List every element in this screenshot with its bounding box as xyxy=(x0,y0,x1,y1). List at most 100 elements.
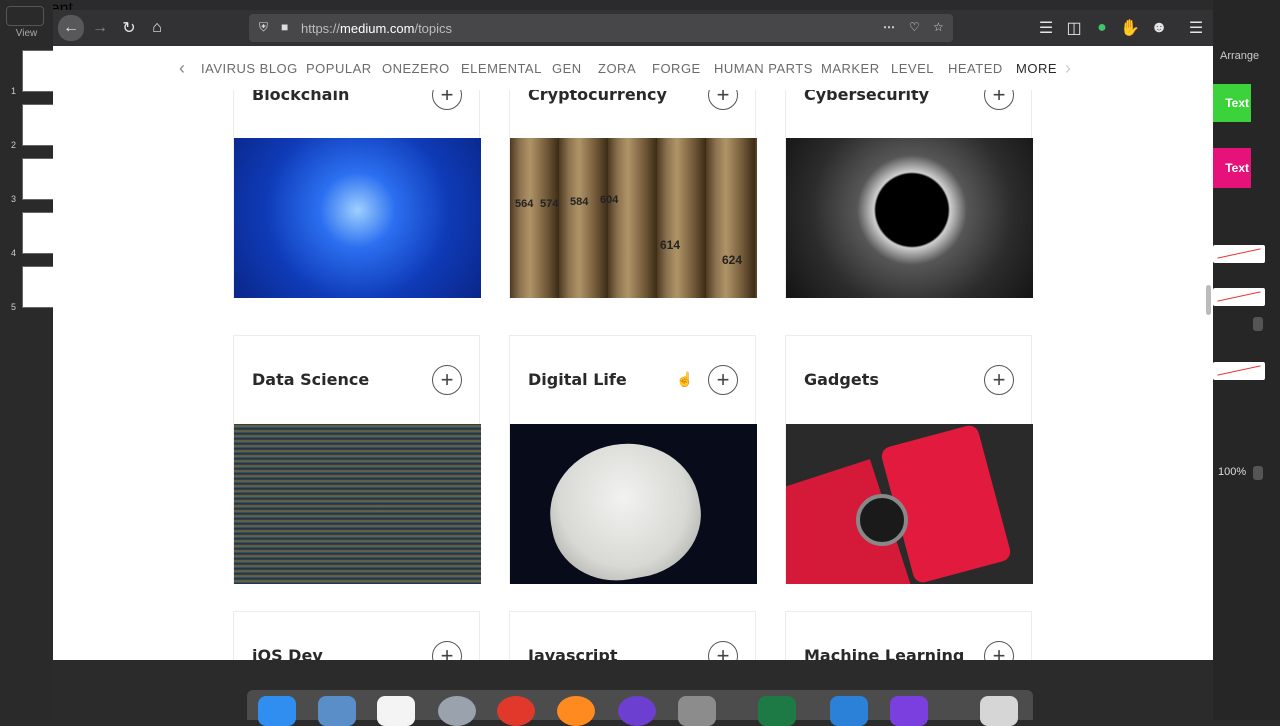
star-icon[interactable]: ☆ xyxy=(933,20,944,34)
slide-number: 4 xyxy=(11,248,17,258)
topic-title[interactable]: iOS Dev xyxy=(252,646,323,660)
mask-shape xyxy=(539,432,711,584)
topic-title[interactable]: Gadgets xyxy=(804,370,879,389)
text-style-green[interactable]: Text xyxy=(1213,84,1251,122)
follow-button[interactable]: + xyxy=(432,365,462,395)
chevron-left-icon[interactable]: ‹ xyxy=(179,58,185,79)
topic-title[interactable]: Cybersecurity xyxy=(804,90,929,104)
topic-image[interactable] xyxy=(786,138,1033,298)
follow-button[interactable]: + xyxy=(708,90,738,110)
more-icon[interactable]: ⋯ xyxy=(883,20,895,34)
slide-thumbnail[interactable] xyxy=(22,104,55,146)
topic-card[interactable]: Gadgets + xyxy=(785,335,1033,584)
topic-image[interactable] xyxy=(510,424,757,584)
stepper-control[interactable] xyxy=(1253,317,1263,331)
topic-card[interactable]: Digital Life + xyxy=(509,335,757,584)
topics-grid: Blockchain + Cryptocurrency + 564 574 58… xyxy=(53,90,1213,660)
nav-item[interactable]: IAVIRUS BLOG xyxy=(201,61,298,76)
follow-button[interactable]: + xyxy=(984,90,1014,110)
trash-icon[interactable] xyxy=(980,696,1018,726)
nav-item[interactable]: HUMAN PARTS xyxy=(714,61,813,76)
topic-card[interactable]: Data Science + xyxy=(233,335,481,584)
nav-item-more[interactable]: MORE xyxy=(1016,61,1057,76)
topic-image[interactable] xyxy=(234,424,481,584)
pocket-icon[interactable]: ♡ xyxy=(909,20,920,34)
shield-icon[interactable]: ⛨ xyxy=(259,20,268,35)
imovie-icon[interactable] xyxy=(890,696,928,726)
forward-icon[interactable]: → xyxy=(88,16,112,40)
topic-title[interactable]: Cryptocurrency xyxy=(528,90,667,104)
calendar-icon[interactable] xyxy=(377,696,415,726)
slide-thumbnail[interactable] xyxy=(22,212,55,254)
nav-item[interactable]: POPULAR xyxy=(306,61,372,76)
arrange-tab[interactable]: Arrange xyxy=(1220,50,1259,62)
view-button[interactable] xyxy=(6,6,44,26)
topic-title[interactable]: Blockchain xyxy=(252,90,349,104)
topic-card[interactable]: iOS Dev + xyxy=(233,611,480,660)
follow-button[interactable]: + xyxy=(432,90,462,110)
system-preferences-icon[interactable] xyxy=(678,696,716,726)
url-text[interactable]: https://medium.com/topics xyxy=(301,21,452,36)
sidebar-icon[interactable]: ◫ xyxy=(1062,16,1086,40)
finder-icon[interactable] xyxy=(258,696,296,726)
nav-item[interactable]: FORGE xyxy=(652,61,701,76)
topic-title[interactable]: Digital Life xyxy=(528,370,627,389)
follow-button[interactable]: + xyxy=(708,641,738,660)
topic-card[interactable]: Javascript + xyxy=(509,611,756,660)
firefox-icon[interactable] xyxy=(557,696,595,726)
color-well[interactable] xyxy=(1213,245,1265,263)
nav-item[interactable]: HEATED xyxy=(948,61,1003,76)
scrollbar-thumb[interactable] xyxy=(1206,285,1211,315)
topic-title[interactable]: Javascript xyxy=(528,646,617,660)
url-bar[interactable]: ⛨ ■ https://medium.com/topics ⋯ ♡ ☆ xyxy=(249,14,953,42)
slide-thumbnail[interactable] xyxy=(22,50,55,92)
chrome-icon[interactable] xyxy=(497,696,535,726)
reload-icon[interactable]: ↻ xyxy=(117,16,141,40)
nav-item[interactable]: ZORA xyxy=(598,61,636,76)
box-number: 604 xyxy=(600,194,619,206)
menu-icon[interactable]: ☰ xyxy=(1184,16,1208,40)
box-number: 624 xyxy=(722,253,743,267)
excel-icon[interactable] xyxy=(758,696,796,726)
color-well[interactable] xyxy=(1213,362,1265,380)
grammarly-icon[interactable]: ● xyxy=(1090,16,1114,40)
topic-title[interactable]: Machine Learning xyxy=(804,646,964,660)
follow-button[interactable]: + xyxy=(984,641,1014,660)
text-style-pink[interactable]: Text xyxy=(1213,148,1251,188)
url-prefix: https:// xyxy=(301,21,341,36)
chevron-right-icon[interactable]: › xyxy=(1065,58,1071,79)
extension-icon[interactable]: ✋ xyxy=(1118,16,1142,40)
nav-item[interactable]: MARKER xyxy=(821,61,880,76)
color-well[interactable] xyxy=(1213,288,1265,306)
back-icon[interactable]: ← xyxy=(58,15,84,41)
topic-card[interactable]: Blockchain + xyxy=(233,90,481,298)
mail-icon[interactable] xyxy=(318,696,356,726)
follow-button[interactable]: + xyxy=(708,365,738,395)
box-number: 614 xyxy=(660,238,681,252)
zoom-stepper[interactable] xyxy=(1253,466,1263,480)
nav-item[interactable]: ONEZERO xyxy=(382,61,450,76)
account-icon[interactable]: ☻ xyxy=(1147,16,1171,40)
topic-card[interactable]: Cybersecurity + xyxy=(785,90,1033,298)
topic-image[interactable] xyxy=(786,424,1033,584)
url-domain: medium.com xyxy=(340,21,415,36)
follow-button[interactable]: + xyxy=(984,365,1014,395)
topic-image[interactable] xyxy=(234,138,481,298)
launchpad-icon[interactable] xyxy=(438,696,476,726)
nav-item[interactable]: LEVEL xyxy=(891,61,934,76)
topic-image[interactable]: 564 574 584 604 614 624 xyxy=(510,138,757,298)
library-icon[interactable]: ☰ xyxy=(1034,16,1058,40)
slide-thumbnail[interactable] xyxy=(22,158,55,200)
siri-icon[interactable] xyxy=(618,696,656,726)
lock-icon: ■ xyxy=(281,20,289,34)
nav-item[interactable]: GEN xyxy=(552,61,582,76)
topic-title[interactable]: Data Science xyxy=(252,370,369,389)
follow-button[interactable]: + xyxy=(432,641,462,660)
topic-card[interactable]: Machine Learning + xyxy=(785,611,1032,660)
topic-nav: ‹ IAVIRUS BLOG POPULAR ONEZERO ELEMENTAL… xyxy=(53,46,1213,91)
home-icon[interactable]: ⌂ xyxy=(145,16,169,40)
topic-card[interactable]: Cryptocurrency + 564 574 584 604 614 624 xyxy=(509,90,757,298)
keynote-icon[interactable] xyxy=(830,696,868,726)
slide-thumbnail[interactable] xyxy=(22,266,55,308)
nav-item[interactable]: ELEMENTAL xyxy=(461,61,542,76)
